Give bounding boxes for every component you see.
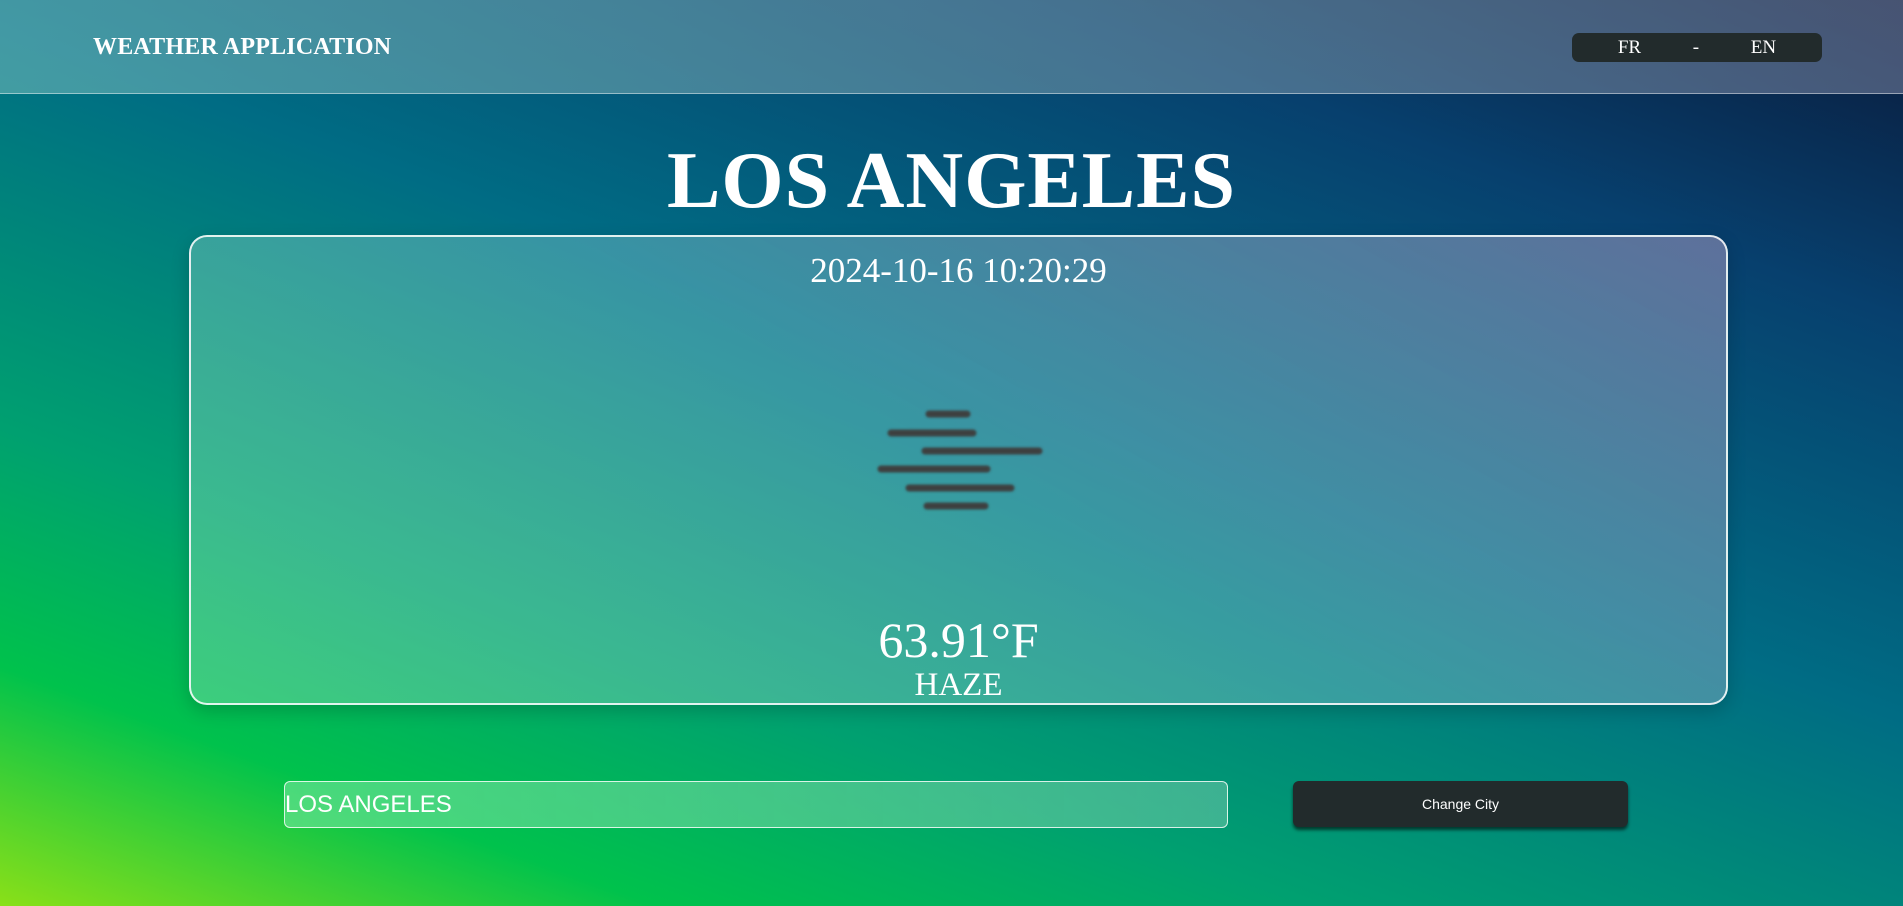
change-city-button[interactable]: Change City: [1293, 781, 1628, 827]
temperature: 63.91°F: [878, 612, 1039, 668]
current-datetime: 2024-10-16 10:20:29: [810, 251, 1107, 290]
language-switcher: FR - EN: [1572, 33, 1822, 62]
weather-condition: HAZE: [914, 667, 1003, 703]
weather-card: 2024-10-16 10:20:29 63.91°F HAZE: [189, 235, 1728, 705]
language-fr-button[interactable]: FR: [1618, 37, 1641, 59]
language-separator: -: [1692, 36, 1700, 58]
top-navigation-bar: WEATHER APPLICATION FR - EN: [0, 0, 1903, 94]
language-en-button[interactable]: EN: [1751, 37, 1776, 59]
app-title: WEATHER APPLICATION: [93, 34, 392, 60]
city-title: LOS ANGELES: [666, 137, 1236, 225]
haze-icon: [877, 410, 1043, 510]
city-input[interactable]: [284, 781, 1228, 828]
